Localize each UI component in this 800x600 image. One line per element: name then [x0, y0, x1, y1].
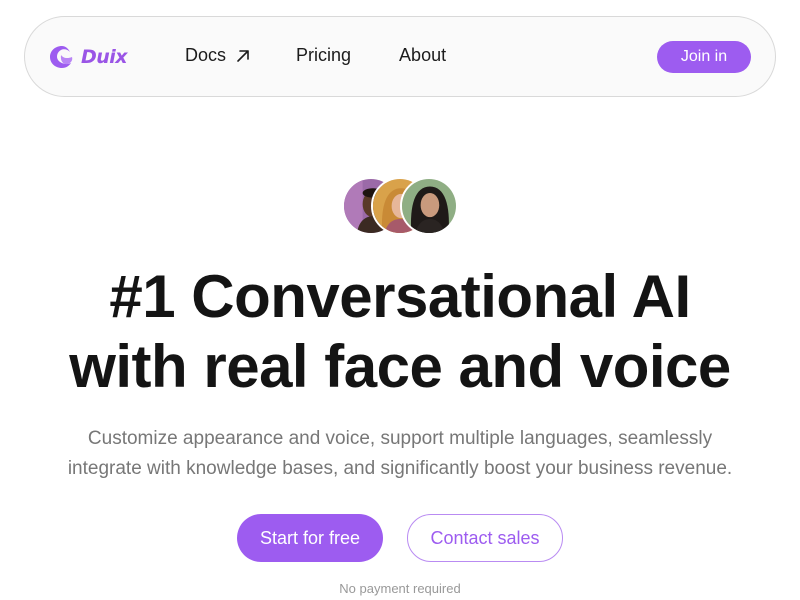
nav-docs-label: Docs [185, 45, 227, 65]
brand-logo[interactable]: Duix [49, 44, 128, 70]
landing-page: Duix Docs Pricing About Join in #1 Conve… [0, 0, 800, 600]
start-for-free-button[interactable]: Start for free [237, 514, 383, 562]
cta-row: Start for free Contact sales [237, 514, 563, 562]
nav-pricing-link[interactable]: Pricing [296, 45, 351, 66]
external-arrow-icon [237, 49, 249, 62]
top-navbar: Duix Docs Pricing About Join in [24, 16, 776, 97]
brand-name: Duix [81, 46, 128, 68]
nav-about-link[interactable]: About [399, 45, 446, 66]
nav-links: Docs Pricing About [185, 45, 446, 66]
no-payment-note: No payment required [339, 581, 461, 596]
duix-logo-icon [50, 46, 73, 68]
join-in-button[interactable]: Join in [657, 41, 751, 73]
avatar-woman-dark-hair-icon [400, 177, 458, 235]
contact-sales-button[interactable]: Contact sales [407, 514, 563, 562]
nav-docs-link[interactable]: Docs [185, 45, 250, 66]
hero-subtitle-line-2: integrate with knowledge bases, and sign… [67, 458, 733, 479]
avatar-group [342, 177, 458, 235]
hero-subtitle: Customize appearance and voice, support … [20, 424, 780, 484]
hero-title-line-2: with real face and voice [69, 333, 731, 400]
hero-title-line-1: #1 Conversational AI [109, 263, 691, 330]
hero-title: #1 Conversational AI with real face and … [0, 262, 800, 402]
hero-subtitle-line-1: Customize appearance and voice, support … [87, 428, 713, 449]
